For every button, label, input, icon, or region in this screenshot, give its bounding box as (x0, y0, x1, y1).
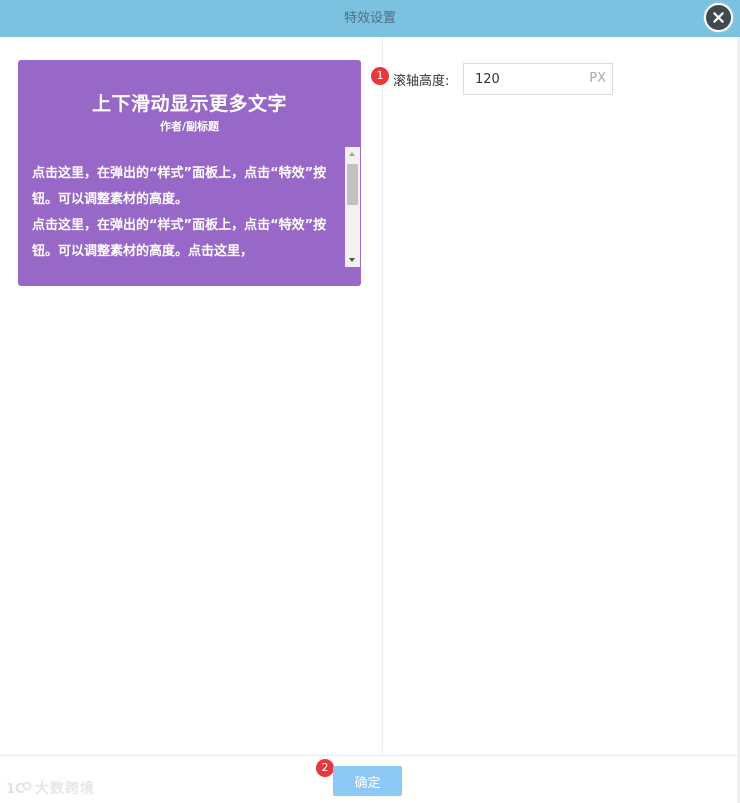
preview-scrollbar[interactable] (345, 147, 360, 267)
scrollbar-thumb[interactable] (347, 164, 358, 205)
scroll-height-input[interactable] (464, 64, 585, 94)
preview-scroll-content[interactable]: 点击这里，在弹出的“样式”面板上，点击“特效”按钮。可以调整素材的高度。 点击这… (32, 161, 343, 264)
watermark-text: 大数跨境 (35, 781, 95, 797)
confirm-button[interactable]: 确定 (333, 766, 402, 796)
step-badge-1: 1 (371, 67, 389, 85)
panel-divider (382, 37, 383, 755)
watermark: 1C 大数跨境 (6, 778, 95, 798)
scroll-height-label: 滚轴高度: (393, 74, 450, 89)
footer-divider (0, 755, 740, 756)
scroll-height-unit: PX (589, 71, 606, 86)
scroll-height-field[interactable]: PX (463, 63, 613, 95)
watermark-logo-icon: 1C (6, 781, 32, 797)
preview-title: 上下滑动显示更多文字 (91, 93, 287, 115)
scroll-down-arrow-icon[interactable] (345, 253, 360, 267)
step-badge-2: 2 (316, 759, 334, 777)
close-icon (713, 12, 724, 23)
scroll-up-arrow-icon[interactable] (345, 147, 360, 161)
preview-subtitle: 作者/副标题 (159, 120, 220, 133)
close-button[interactable] (704, 3, 733, 32)
preview-paragraph: 点击这里，在弹出的“样式”面板上，点击“特效”按钮。可以调整素材的高度。点击这里… (32, 218, 327, 259)
preview-card[interactable]: 上下滑动显示更多文字 作者/副标题 点击这里，在弹出的“样式”面板上，点击“特效… (18, 60, 361, 286)
svg-text:1C: 1C (6, 782, 25, 797)
preview-paragraph: 点击这里，在弹出的“样式”面板上，点击“特效”按钮。可以调整素材的高度。 (32, 166, 327, 207)
dialog-title: 特效设置 (343, 11, 396, 26)
